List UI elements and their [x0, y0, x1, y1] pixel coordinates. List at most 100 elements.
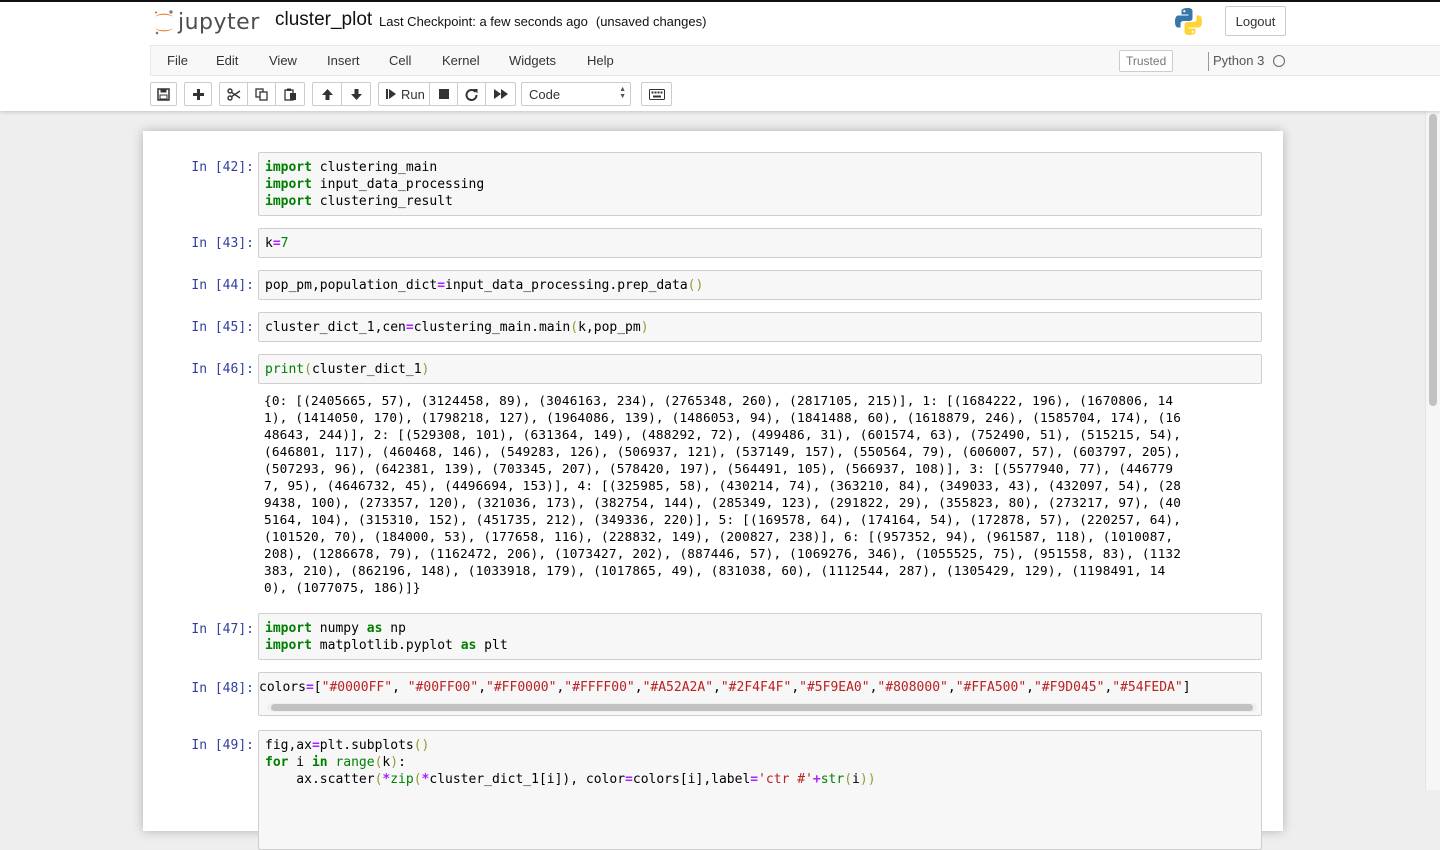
checkpoint-text: Last Checkpoint: a few seconds ago — [379, 14, 588, 29]
kernel-idle-icon — [1273, 55, 1285, 67]
cell-type-value: Code — [529, 86, 561, 102]
restart-button[interactable] — [457, 82, 486, 106]
cell-input[interactable]: cluster_dict_1,cen=clustering_main.main(… — [258, 312, 1262, 342]
cell-output: {0: [(2405665, 57), (3124458, 89), (3046… — [264, 392, 1274, 596]
menu-edit[interactable]: Edit — [216, 53, 238, 68]
output-line: (101520, 70), (184000, 53), (177658, 116… — [264, 529, 1174, 544]
cell-prompt: In [44]: — [191, 278, 254, 293]
copy-button[interactable] — [247, 82, 276, 106]
move-up-button[interactable] — [312, 82, 342, 106]
jupyter-logo-text: jupyter — [178, 9, 260, 35]
cell-prompt: In [42]: — [191, 160, 254, 175]
menu-kernel[interactable]: Kernel — [442, 53, 480, 68]
kernel-separator — [1208, 52, 1209, 71]
arrow-down-icon — [350, 88, 362, 100]
save-button[interactable] — [150, 82, 177, 106]
copy-icon — [255, 87, 268, 101]
jupyter-logo-icon — [155, 10, 173, 35]
jupyter-logo[interactable]: jupyter — [152, 7, 260, 37]
python-logo-icon — [1175, 8, 1202, 35]
cell-input[interactable]: pop_pm,population_dict=input_data_proces… — [258, 270, 1262, 300]
step-forward-icon — [386, 89, 396, 99]
output-line: (646801, 117), (460468, 146), (549283, 1… — [264, 444, 1182, 459]
menu-bar: File Edit View Insert Cell Kernel Widget… — [150, 45, 1440, 76]
menu-file[interactable]: File — [167, 53, 188, 68]
output-line: 208), (1286678, 79), (1162472, 206), (10… — [264, 546, 1182, 561]
cell-prompt: In [46]: — [191, 362, 254, 377]
code-line: cluster_dict_1,cen=clustering_main.main(… — [265, 320, 649, 335]
output-line: (507293, 96), (642381, 139), (703345, 20… — [264, 461, 1174, 476]
cell-input[interactable]: import clustering_main import input_data… — [258, 152, 1262, 216]
kernel-name[interactable]: Python 3 — [1213, 53, 1264, 68]
cell-type-select[interactable]: Code ▲ ▼ — [521, 82, 631, 106]
logout-button[interactable]: Logout — [1225, 6, 1286, 36]
output-line: 7, 95), (4646732, 45), (4496694, 153)], … — [264, 478, 1182, 493]
output-line: 9438, 100), (273357, 120), (321036, 173)… — [264, 495, 1182, 510]
restart-run-all-button[interactable] — [485, 82, 516, 106]
output-line: 5164, 104), (315310, 152), (451735, 212)… — [264, 512, 1182, 527]
cell-prompt: In [49]: — [191, 738, 254, 753]
horizontal-scrollbar[interactable] — [267, 703, 1257, 712]
autosave-status: (unsaved changes) — [595, 14, 707, 29]
plus-icon — [192, 88, 204, 100]
insert-cell-button[interactable] — [184, 82, 212, 106]
code-line: k=7 — [265, 236, 289, 251]
interrupt-button[interactable] — [429, 82, 458, 106]
select-arrows-icon: ▲ ▼ — [619, 86, 626, 100]
code-line: import clustering_result — [265, 194, 453, 209]
cell-prompt: In [48]: — [191, 681, 254, 696]
keyboard-icon — [648, 88, 665, 100]
output-line: 383, 210), (862196, 148), (1033918, 179)… — [264, 563, 1166, 578]
run-button-label: Run — [401, 86, 425, 102]
main-toolbar: Run Code ▲ ▼ — [150, 80, 1440, 108]
cell-input[interactable]: import numpy as np import matplotlib.pyp… — [258, 613, 1262, 660]
code-line: import clustering_main — [265, 160, 438, 175]
page-scrollbar[interactable] — [1425, 111, 1440, 790]
menu-cell[interactable]: Cell — [389, 53, 411, 68]
trusted-indicator[interactable]: Trusted — [1119, 50, 1174, 72]
save-icon — [157, 87, 170, 101]
code-line: import matplotlib.pyplot as plt — [265, 638, 508, 653]
cell-input[interactable]: fig,ax=plt.subplots() for i in range(k):… — [258, 730, 1262, 850]
menu-view[interactable]: View — [269, 53, 297, 68]
scissors-icon — [226, 87, 240, 101]
cell-prompt: In [47]: — [191, 622, 254, 637]
code-line: print(cluster_dict_1) — [265, 362, 430, 377]
menu-insert[interactable]: Insert — [327, 53, 360, 68]
cell-input[interactable]: k=7 — [258, 228, 1262, 258]
cell-input[interactable]: print(cluster_dict_1) — [258, 354, 1262, 384]
arrow-up-icon — [321, 88, 333, 100]
notebook-name[interactable]: cluster_plot — [275, 9, 372, 31]
fast-forward-icon — [493, 89, 508, 99]
cell-input[interactable]: colors=["#0000FF", "#00FF00","#FF0000","… — [258, 672, 1262, 716]
menu-widgets[interactable]: Widgets — [509, 53, 556, 68]
page-scrollbar-thumb[interactable] — [1429, 114, 1437, 406]
cut-button[interactable] — [219, 82, 248, 106]
run-button[interactable]: Run — [378, 82, 430, 106]
code-line: for i in range(k): — [265, 755, 406, 770]
command-palette-button[interactable] — [641, 82, 672, 106]
checkpoint-status: Last Checkpoint: a few seconds ago (unsav… — [379, 14, 706, 29]
move-down-button[interactable] — [341, 82, 371, 106]
refresh-icon — [465, 88, 478, 101]
paste-button[interactable] — [275, 82, 305, 106]
paste-icon — [283, 88, 296, 101]
top-border — [0, 0, 1440, 2]
code-line: colors=["#0000FF", "#00FF00","#FF0000","… — [259, 680, 1191, 695]
output-line: 48643, 244)], 2: [(529308, 101), (631364… — [264, 427, 1182, 442]
notebook-header: jupyter cluster_plot Last Checkpoint: a … — [0, 0, 1440, 111]
cell-prompt: In [45]: — [191, 320, 254, 335]
horizontal-scrollbar-thumb[interactable] — [271, 704, 1253, 711]
stop-icon — [438, 89, 449, 99]
code-line: import input_data_processing — [265, 177, 485, 192]
menu-help[interactable]: Help — [587, 53, 614, 68]
output-line: {0: [(2405665, 57), (3124458, 89), (3046… — [264, 393, 1174, 408]
code-line: ax.scatter(*zip(*cluster_dict_1[i]), col… — [265, 772, 876, 787]
code-line: import numpy as np — [265, 621, 406, 636]
code-line: fig,ax=plt.subplots() — [265, 738, 430, 753]
code-line: pop_pm,population_dict=input_data_proces… — [265, 278, 704, 293]
cell-prompt: In [43]: — [191, 236, 254, 251]
output-line: 1), (1414050, 170), (1798218, 127), (196… — [264, 410, 1182, 425]
output-line: 0), (1077075, 186)]} — [264, 580, 421, 595]
notebook-container: In [42]: import clustering_main import i… — [143, 131, 1283, 850]
